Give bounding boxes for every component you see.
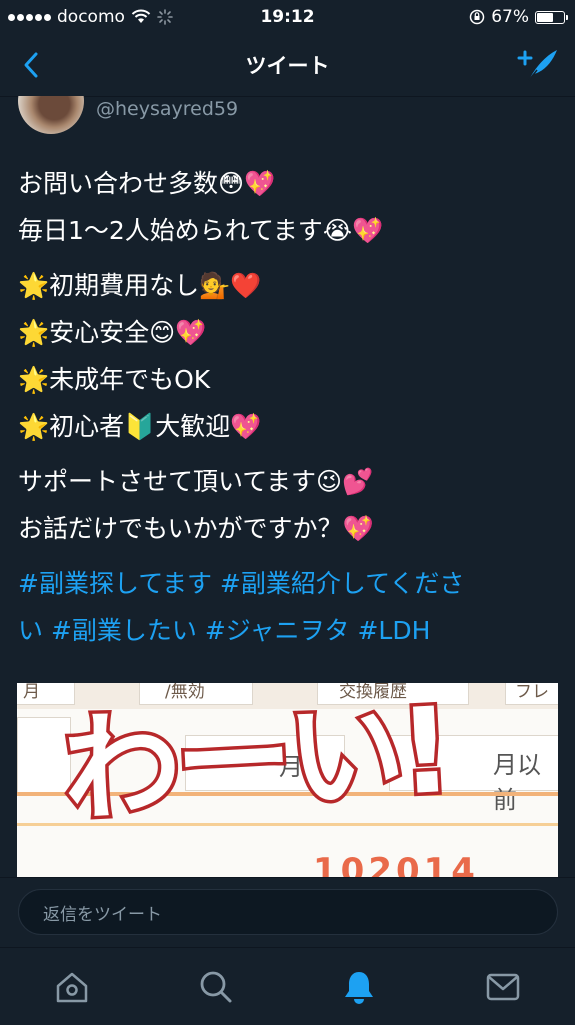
signal-icon — [8, 13, 51, 21]
tab-search[interactable] — [186, 957, 246, 1017]
image-header-text: 月 — [23, 683, 40, 702]
tweet-text: お問い合わせ多数😳💖 毎日1〜2人始められてます😭💖 🌟初期費用なし💁❤️ 🌟安… — [18, 160, 558, 654]
notifications-icon — [345, 971, 374, 1004]
user-handle[interactable]: @heysayred59 — [96, 98, 238, 120]
tweet-line: 🌟安心安全😊💖 — [18, 318, 207, 347]
compose-tweet-icon — [517, 50, 557, 81]
tab-messages[interactable] — [473, 957, 533, 1017]
tweet-line: お話だけでもいかがですか？💖 — [18, 514, 374, 543]
reply-input[interactable]: 返信をツイート — [18, 889, 558, 935]
carrier-label: docomo — [57, 7, 125, 27]
compose-tweet-button[interactable] — [515, 46, 561, 84]
image-header-text: フレ — [515, 683, 549, 702]
battery-icon — [535, 10, 568, 24]
tab-bar — [0, 947, 575, 1025]
battery-percent: 67% — [491, 7, 529, 27]
nav-bar: ツイート — [0, 34, 575, 97]
tweet-author[interactable]: @heysayred59 — [18, 96, 238, 136]
tweet-line: 🌟初期費用なし💁❤️ — [18, 271, 262, 300]
status-right: 67% — [469, 7, 575, 27]
tweet-line: 🌟未成年でもOK — [18, 365, 211, 394]
back-button[interactable] — [16, 48, 46, 82]
tweet-line: サポートさせて頂いてます😉💕 — [18, 467, 374, 496]
orientation-lock-icon — [469, 9, 485, 25]
status-bar: docomo 19:12 67% — [0, 0, 575, 34]
hashtag-line[interactable]: い #副業したい #ジャニヲタ #LDH — [18, 607, 558, 654]
page-title: ツイート — [245, 54, 330, 78]
tweet-paragraph: 🌟初期費用なし💁❤️ 🌟安心安全😊💖 🌟未成年でもOK 🌟初心者🔰大歓迎💖 — [18, 262, 558, 450]
status-left: docomo — [0, 7, 173, 27]
tweet-paragraph: サポートさせて頂いてます😉💕 お話だけでもいかがですか？💖 — [18, 458, 558, 552]
tab-notifications[interactable] — [329, 957, 389, 1017]
tweet-line: 🌟初心者🔰大歓迎💖 — [18, 412, 262, 441]
messages-icon — [486, 973, 520, 1000]
avatar[interactable] — [18, 96, 84, 134]
chevron-left-icon — [24, 52, 38, 78]
tweet-paragraph: お問い合わせ多数😳💖 毎日1〜2人始められてます😭💖 — [18, 160, 558, 254]
wifi-icon — [131, 9, 151, 23]
image-row-text: 月以前 — [493, 751, 541, 814]
home-icon — [56, 972, 88, 1002]
loading-spinner-icon — [157, 9, 173, 25]
image-bottom-number: 102014 — [313, 851, 479, 878]
tweet-line: 毎日1〜2人始められてます😭💖 — [18, 216, 384, 245]
tab-home[interactable] — [42, 957, 102, 1017]
reply-bar: 返信をツイート — [0, 877, 575, 948]
tweet-line: お問い合わせ多数😳💖 — [18, 169, 276, 198]
tweet-detail: @heysayred59 お問い合わせ多数😳💖 毎日1〜2人始められてます😭💖 … — [0, 96, 575, 878]
hashtag-line[interactable]: #副業探してます #副業紹介してくださ — [18, 560, 558, 607]
image-overlay-text: わーい! — [56, 683, 454, 842]
hashtag-links[interactable]: #副業探してます #副業紹介してくださ い #副業したい #ジャニヲタ #LDH — [18, 560, 558, 654]
search-icon — [200, 971, 232, 1002]
battery-fill — [537, 12, 553, 22]
tweet-image[interactable]: 月 /無効 交換履歴 フレ 月 月以前 102014 わーい! — [17, 683, 558, 878]
